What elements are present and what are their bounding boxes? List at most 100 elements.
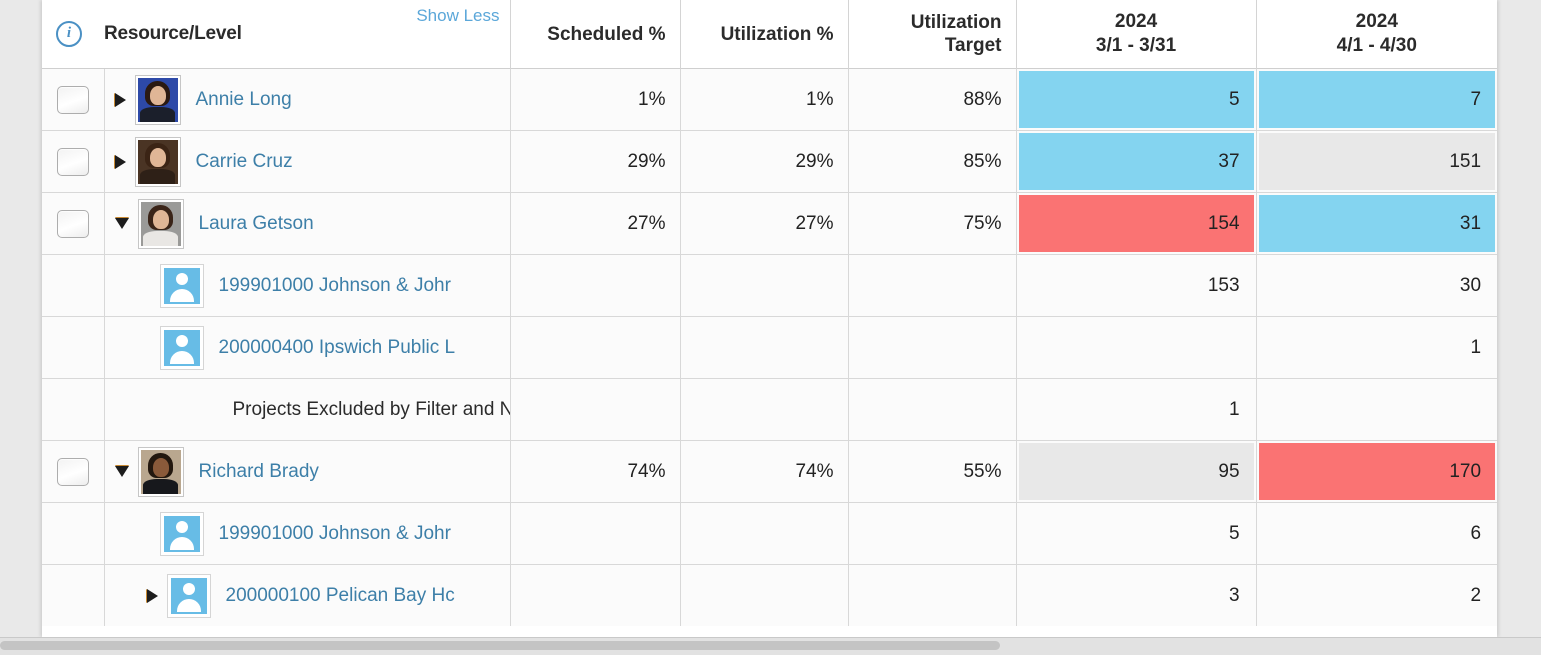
period-1-cell[interactable]: 95	[1015, 440, 1257, 503]
utilization-pct-cell: 27%	[679, 192, 849, 255]
row-checkbox-cell	[42, 564, 104, 626]
period-1-cell[interactable]	[1015, 316, 1257, 379]
period-2-value: 7	[1258, 71, 1496, 128]
project-name-link[interactable]: 199901000 Johnson & Johr	[219, 275, 451, 297]
resource-utilization-table: i Resource/Level Show Less Scheduled % U…	[42, 0, 1497, 626]
header-period-2[interactable]: 2024 4/1 - 4/30	[1255, 0, 1497, 69]
resource-cell[interactable]: Richard Brady	[103, 440, 511, 503]
table-row[interactable]: 199901000 Johnson & Johr 153 30	[42, 254, 1497, 317]
utilization-pct-cell	[679, 254, 849, 317]
period-2-cell[interactable]: 30	[1255, 254, 1497, 317]
show-less-link[interactable]: Show Less	[416, 6, 499, 26]
period-1-value	[1019, 319, 1254, 376]
period-2-cell[interactable]: 6	[1255, 502, 1497, 565]
period-1-cell[interactable]: 3	[1015, 564, 1257, 626]
table-row[interactable]: Carrie Cruz 29% 29% 85% 37 151	[42, 130, 1497, 193]
utilization-pct-cell	[679, 316, 849, 379]
scheduled-pct-cell	[509, 316, 681, 379]
utilization-target-cell	[847, 254, 1017, 317]
period-1-cell[interactable]: 154	[1015, 192, 1257, 255]
resource-cell[interactable]: Annie Long	[103, 68, 511, 131]
row-checkbox[interactable]	[56, 209, 89, 238]
table-row[interactable]: Richard Brady 74% 74% 55% 95 170	[42, 440, 1497, 503]
project-name-link[interactable]: 199901000 Johnson & Johr	[219, 523, 451, 545]
header-row: i Resource/Level Show Less Scheduled % U…	[42, 0, 1497, 69]
period-1-cell[interactable]: 37	[1015, 130, 1257, 193]
expander-collapsed-icon[interactable]	[114, 154, 126, 169]
expander-expanded-icon[interactable]	[114, 466, 129, 477]
resource-cell[interactable]: 200000100 Pelican Bay Hc	[103, 564, 511, 626]
row-checkbox-cell	[42, 502, 104, 565]
header-utilization-target[interactable]: Utilization Target	[847, 0, 1017, 69]
table-row[interactable]: 199901000 Johnson & Johr 5 6	[42, 502, 1497, 565]
period-2-value: 151	[1258, 133, 1496, 190]
avatar	[138, 447, 183, 496]
project-glyph-icon	[160, 264, 203, 307]
row-checkbox[interactable]	[56, 457, 89, 486]
utilization-target-cell: 88%	[847, 68, 1017, 131]
table-row[interactable]: 200000100 Pelican Bay Hc 3 2	[42, 564, 1497, 626]
info-circle-icon[interactable]: i	[56, 21, 82, 47]
period-2-cell[interactable]: 31	[1255, 192, 1497, 255]
period-1-cell[interactable]: 1	[1015, 378, 1257, 441]
period-1-cell[interactable]: 5	[1015, 68, 1257, 131]
period-1-cell[interactable]: 153	[1015, 254, 1257, 317]
resource-name-link[interactable]: Annie Long	[196, 89, 292, 111]
header-scheduled-pct[interactable]: Scheduled %	[509, 0, 681, 69]
horizontal-scrollbar-thumb[interactable]	[0, 641, 1000, 650]
resource-cell[interactable]: 199901000 Johnson & Johr	[103, 502, 511, 565]
row-checkbox-cell[interactable]	[42, 130, 104, 193]
resource-name-link[interactable]: Richard Brady	[199, 461, 319, 483]
resource-cell[interactable]: 199901000 Johnson & Johr	[103, 254, 511, 317]
horizontal-scrollbar[interactable]	[0, 637, 1541, 655]
table-row[interactable]: 200000400 Ipswich Public L 1	[42, 316, 1497, 379]
period-2-value	[1259, 381, 1496, 438]
header-utilization-pct[interactable]: Utilization %	[679, 0, 849, 69]
resource-name-link[interactable]: Carrie Cruz	[196, 151, 293, 173]
avatar	[138, 199, 183, 248]
period-2-cell[interactable]: 170	[1255, 440, 1497, 503]
project-name-link[interactable]: 200000400 Ipswich Public L	[219, 337, 456, 359]
table-row[interactable]: Annie Long 1% 1% 88% 5 7	[42, 68, 1497, 131]
utilization-pct-cell: 74%	[679, 440, 849, 503]
row-checkbox[interactable]	[56, 85, 89, 114]
expander-collapsed-icon[interactable]	[114, 92, 126, 107]
resource-cell[interactable]: Laura Getson	[103, 192, 511, 255]
expander-collapsed-icon[interactable]	[146, 588, 158, 603]
utilization-target-cell: 55%	[847, 440, 1017, 503]
period-2-value: 170	[1258, 443, 1496, 500]
project-name-link[interactable]: 200000100 Pelican Bay Hc	[226, 585, 455, 607]
period-2-cell[interactable]: 2	[1255, 564, 1497, 626]
period-2-cell[interactable]: 1	[1255, 316, 1497, 379]
period-1-value: 3	[1228, 585, 1240, 606]
utilization-pct-cell: 29%	[679, 130, 849, 193]
period-2-value: 6	[1470, 523, 1482, 544]
expander-expanded-icon[interactable]	[114, 218, 129, 229]
utilization-pct-cell: 1%	[679, 68, 849, 131]
resource-name-link[interactable]: Laura Getson	[199, 213, 314, 235]
utilization-pct-cell	[679, 502, 849, 565]
period-1-value: 95	[1018, 443, 1254, 500]
period-2-value: 1	[1470, 337, 1482, 358]
header-period-2-range: 4/1 - 4/30	[1336, 35, 1417, 56]
period-2-cell[interactable]	[1255, 378, 1497, 441]
header-period-1[interactable]: 2024 3/1 - 3/31	[1015, 0, 1257, 69]
resource-cell[interactable]: Carrie Cruz	[103, 130, 511, 193]
period-2-cell[interactable]: 7	[1255, 68, 1497, 131]
period-1-value: 5	[1228, 523, 1240, 544]
excluded-projects-note: Projects Excluded by Filter and N	[232, 398, 510, 420]
period-1-cell[interactable]: 5	[1015, 502, 1257, 565]
table-row[interactable]: Laura Getson 27% 27% 75% 154 31	[42, 192, 1497, 255]
utilization-pct-cell	[679, 564, 849, 626]
utilization-pct-cell	[679, 378, 849, 441]
period-2-value: 31	[1258, 195, 1496, 252]
scheduled-pct-cell: 27%	[509, 192, 681, 255]
period-2-cell[interactable]: 151	[1255, 130, 1497, 193]
table-header: i Resource/Level Show Less Scheduled % U…	[42, 0, 1497, 69]
row-checkbox[interactable]	[56, 147, 89, 176]
row-checkbox-cell	[42, 254, 104, 317]
row-checkbox-cell[interactable]	[42, 440, 104, 503]
row-checkbox-cell[interactable]	[42, 68, 104, 131]
row-checkbox-cell[interactable]	[42, 192, 104, 255]
resource-cell[interactable]: 200000400 Ipswich Public L	[103, 316, 511, 379]
